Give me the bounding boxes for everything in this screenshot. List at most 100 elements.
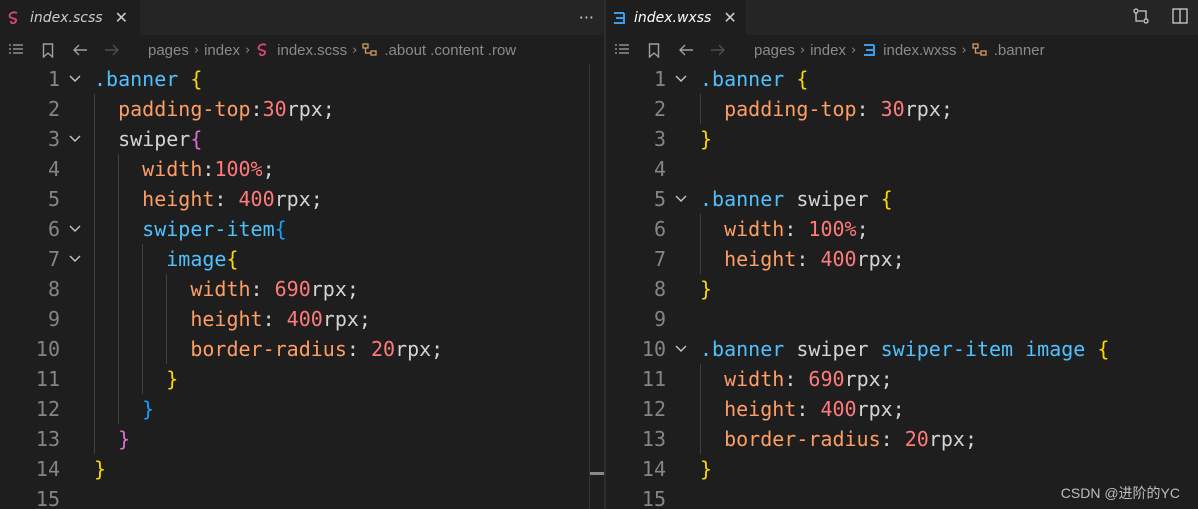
fold-chevron-down-icon[interactable] — [674, 64, 688, 94]
code-line[interactable]: 10 .banner swiper swiper-item image { — [606, 334, 1198, 364]
line-number: 12 — [641, 397, 666, 421]
code-line[interactable]: 9 height: 400rpx; — [0, 304, 604, 334]
compare-changes-icon[interactable] — [1132, 7, 1150, 29]
bookmark-icon[interactable] — [638, 42, 670, 58]
code-line[interactable]: 1 .banner { — [0, 64, 604, 94]
code-editor[interactable]: 1 .banner {2 padding-top: 30rpx; 3} 4 5 .bann… — [606, 64, 1198, 509]
code-line[interactable]: 15 — [0, 484, 604, 509]
fold-chevron-down-icon[interactable] — [68, 244, 82, 274]
code-line[interactable]: 13 border-radius: 20rpx; — [606, 424, 1198, 454]
fold-chevron-down-icon[interactable] — [674, 334, 688, 364]
tab-index-scss[interactable]: index.scss ✕ — [0, 0, 140, 35]
breadcrumb-item-symbol[interactable]: .about .content .row — [384, 42, 516, 59]
more-actions-icon[interactable]: ··· — [579, 8, 594, 27]
outline-list-icon[interactable] — [606, 43, 638, 57]
code-line[interactable]: 4 width:100%; — [0, 154, 604, 184]
code-token: } — [166, 367, 179, 391]
code-line[interactable]: 6 swiper-item{ — [0, 214, 604, 244]
code-token: 100% — [214, 157, 263, 181]
breadcrumb-item-index[interactable]: index — [810, 42, 846, 59]
fold-chevron-down-icon[interactable] — [68, 214, 82, 244]
code-token: rpx; — [322, 307, 371, 331]
code-token: .banner — [700, 67, 797, 91]
breadcrumb-item-pages[interactable]: pages — [754, 42, 795, 59]
code-line[interactable]: 13 } — [0, 424, 604, 454]
chevron-right-icon: › — [850, 42, 857, 58]
split-editor-icon[interactable] — [1172, 7, 1188, 28]
code-line[interactable]: 7 image{ — [0, 244, 604, 274]
code-line[interactable]: 7 height: 400rpx; — [606, 244, 1198, 274]
forward-arrow-icon[interactable] — [702, 43, 734, 57]
code-line[interactable]: 10 border-radius: 20rpx; — [0, 334, 604, 364]
code-token: 400 — [820, 247, 857, 271]
code-token: } — [700, 277, 713, 301]
tab-index-wxss[interactable]: index.wxss ✕ — [606, 0, 746, 35]
code-text: .banner swiper swiper-item image { — [700, 334, 1109, 364]
code-line[interactable]: 3 swiper{ — [0, 124, 604, 154]
code-editor[interactable]: 1 .banner {2 padding-top:30rpx; 3 swiper{4… — [0, 64, 604, 509]
code-line[interactable]: 9 — [606, 304, 1198, 334]
watermark: CSDN @进阶的YC — [1060, 485, 1180, 501]
code-line[interactable]: 12 } — [0, 394, 604, 424]
fold-chevron-down-icon[interactable] — [68, 124, 82, 154]
code-token: : — [796, 247, 821, 271]
close-icon[interactable]: ✕ — [723, 9, 736, 26]
css-file-icon — [861, 42, 877, 58]
code-line[interactable]: 14} — [0, 454, 604, 484]
code-token: height — [724, 397, 797, 421]
code-line[interactable]: 8 width: 690rpx; — [0, 274, 604, 304]
line-number: 15 — [641, 487, 666, 509]
code-line[interactable]: 6 width: 100%; — [606, 214, 1198, 244]
code-line[interactable]: 2 padding-top: 30rpx; — [606, 94, 1198, 124]
code-token: rpx; — [286, 97, 335, 121]
fold-chevron-down-icon[interactable] — [674, 184, 688, 214]
breadcrumb-item-index[interactable]: index — [204, 42, 240, 59]
vertical-scrollbar[interactable] — [589, 64, 604, 509]
back-arrow-icon[interactable] — [64, 43, 96, 57]
code-line[interactable]: 11 } — [0, 364, 604, 394]
code-token: 20 — [904, 427, 929, 451]
breadcrumb-item-pages[interactable]: pages — [148, 42, 189, 59]
code-token: } — [700, 457, 713, 481]
code-line[interactable]: 11 width: 690rpx; — [606, 364, 1198, 394]
code-token: } — [142, 397, 155, 421]
fold-chevron-down-icon[interactable] — [68, 64, 82, 94]
close-icon[interactable]: ✕ — [115, 9, 128, 26]
breadcrumb-item-file[interactable]: index.wxss — [883, 42, 956, 59]
chevron-right-icon: › — [193, 42, 200, 58]
code-token: rpx; — [904, 97, 953, 121]
code-line[interactable]: 5 .banner swiper { — [606, 184, 1198, 214]
code-line[interactable]: 2 padding-top:30rpx; — [0, 94, 604, 124]
back-arrow-icon[interactable] — [670, 43, 702, 57]
code-text: } — [94, 424, 130, 454]
code-line[interactable]: 14} — [606, 454, 1198, 484]
code-text: } — [94, 394, 154, 424]
breadcrumb-item-file[interactable]: index.scss — [277, 42, 347, 59]
line-number: 9 — [47, 307, 60, 331]
outline-list-icon[interactable] — [0, 43, 32, 57]
breadcrumb-item-symbol[interactable]: .banner — [994, 42, 1045, 59]
code-line[interactable]: 5 height: 400rpx; — [0, 184, 604, 214]
code-line[interactable]: 8} — [606, 274, 1198, 304]
line-number: 5 — [47, 187, 60, 211]
line-number: 11 — [641, 367, 666, 391]
code-token: ; — [262, 157, 275, 181]
code-line[interactable]: 1 .banner { — [606, 64, 1198, 94]
bookmark-icon[interactable] — [32, 42, 64, 58]
line-number: 5 — [653, 187, 666, 211]
line-number: 1 — [653, 67, 666, 91]
code-line[interactable]: 3} — [606, 124, 1198, 154]
scrollbar-thumb[interactable] — [590, 472, 604, 475]
code-text: .banner swiper { — [700, 184, 893, 214]
code-line[interactable]: 4 — [606, 154, 1198, 184]
code-line[interactable]: 12 height: 400rpx; — [606, 394, 1198, 424]
forward-arrow-icon[interactable] — [96, 43, 128, 57]
